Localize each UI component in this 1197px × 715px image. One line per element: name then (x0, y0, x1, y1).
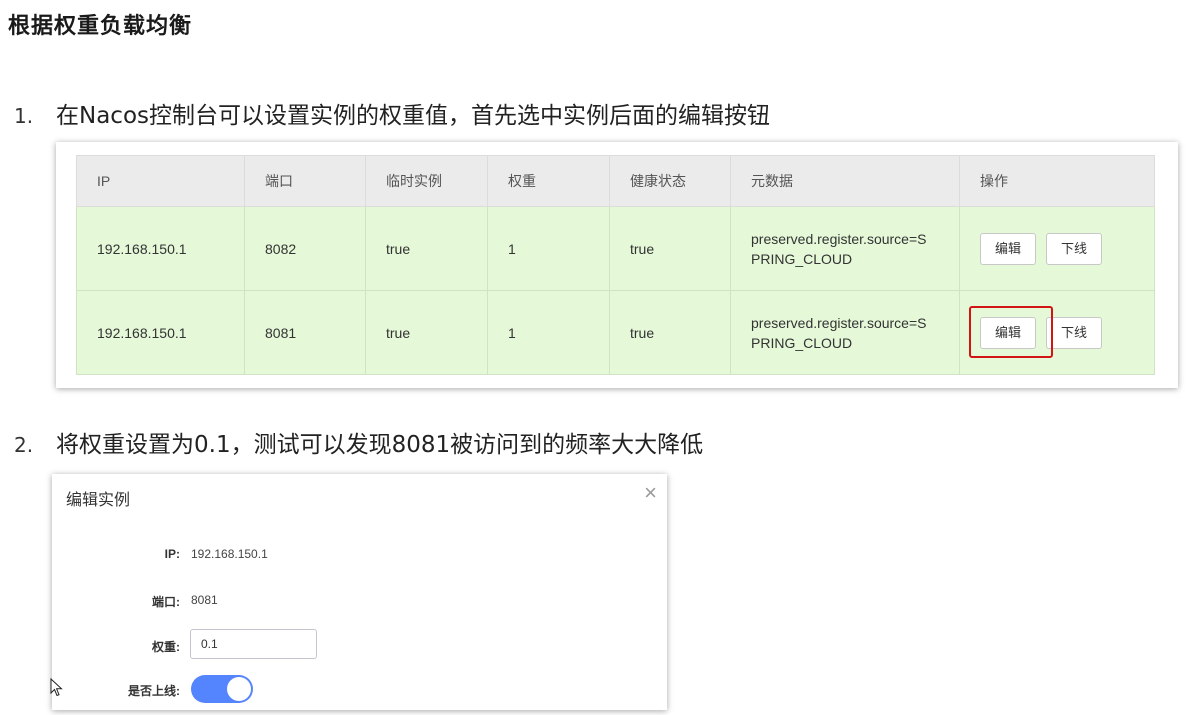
weight-label: 权重: (152, 640, 180, 654)
cell-port: 8082 (244, 206, 366, 291)
online-label: 是否上线: (128, 684, 180, 698)
toggle-knob (227, 677, 251, 701)
cell-weight: 1 (487, 290, 610, 375)
highlighted-edit-wrapper: 编辑 (969, 305, 1053, 358)
cell-health: true (609, 206, 731, 291)
step-1: 1. 在Nacos控制台可以设置实例的权重值，首先选中实例后面的编辑按钮 (14, 96, 770, 130)
table-row: 192.168.150.1 8081 true 1 true preserved… (76, 290, 1155, 375)
edit-instance-dialog: 编辑实例 × IP: 192.168.150.1 端口: 8081 权重: 0.… (52, 474, 667, 710)
offline-button[interactable]: 下线 (1046, 316, 1103, 349)
cell-actions: 编辑 下线 (959, 206, 1155, 291)
mouse-pointer-icon (50, 678, 63, 697)
cell-health: true (609, 290, 731, 375)
instance-table: IP 端口 临时实例 权重 健康状态 元数据 操作 192.168.150.1 … (76, 155, 1155, 375)
col-metadata: 元数据 (730, 155, 960, 207)
metadata-line: PRING_CLOUD (751, 250, 853, 267)
offline-button[interactable]: 下线 (1046, 232, 1103, 265)
cell-ip: 192.168.150.1 (76, 290, 245, 375)
page-heading: 根据权重负载均衡 (8, 14, 193, 39)
col-ip: IP (76, 155, 245, 207)
col-weight: 权重 (487, 155, 610, 207)
cell-weight: 1 (487, 206, 610, 291)
col-port: 端口 (244, 155, 366, 207)
step-1-number: 1. (14, 104, 34, 128)
step-1-text: 在Nacos控制台可以设置实例的权重值，首先选中实例后面的编辑按钮 (56, 103, 770, 129)
col-ephemeral: 临时实例 (365, 155, 488, 207)
col-health: 健康状态 (609, 155, 731, 207)
table-row: 192.168.150.1 8082 true 1 true preserved… (76, 206, 1155, 291)
weight-input[interactable]: 0.1 (190, 629, 317, 659)
dialog-title: 编辑实例 (66, 492, 131, 509)
ip-label: IP: (164, 547, 180, 561)
step-2-number: 2. (14, 433, 34, 457)
edit-button[interactable]: 编辑 (980, 232, 1037, 265)
cell-actions: 编辑 下线 (959, 290, 1155, 375)
metadata-line: preserved.register.source=S (751, 230, 927, 247)
step-2-text: 将权重设置为0.1，测试可以发现8081被访问到的频率大大降低 (56, 432, 704, 458)
close-icon[interactable]: × (644, 480, 657, 506)
col-actions: 操作 (959, 155, 1155, 207)
cell-ephemeral: true (365, 290, 488, 375)
table-header-row: IP 端口 临时实例 权重 健康状态 元数据 操作 (76, 155, 1155, 207)
metadata-line: PRING_CLOUD (751, 334, 853, 351)
instance-table-screenshot: IP 端口 临时实例 权重 健康状态 元数据 操作 192.168.150.1 … (56, 142, 1178, 388)
cell-port: 8081 (244, 290, 366, 375)
metadata-line: preserved.register.source=S (751, 314, 927, 331)
cell-ip: 192.168.150.1 (76, 206, 245, 291)
ip-value: 192.168.150.1 (191, 547, 268, 561)
edit-button[interactable]: 编辑 (980, 316, 1037, 349)
cell-metadata: preserved.register.source=S PRING_CLOUD (730, 206, 960, 291)
step-2: 2. 将权重设置为0.1，测试可以发现8081被访问到的频率大大降低 (14, 425, 703, 459)
cell-ephemeral: true (365, 206, 488, 291)
port-value: 8081 (191, 593, 218, 607)
port-label: 端口: (152, 595, 180, 609)
cell-metadata: preserved.register.source=S PRING_CLOUD (730, 290, 960, 375)
online-toggle[interactable] (191, 675, 253, 703)
